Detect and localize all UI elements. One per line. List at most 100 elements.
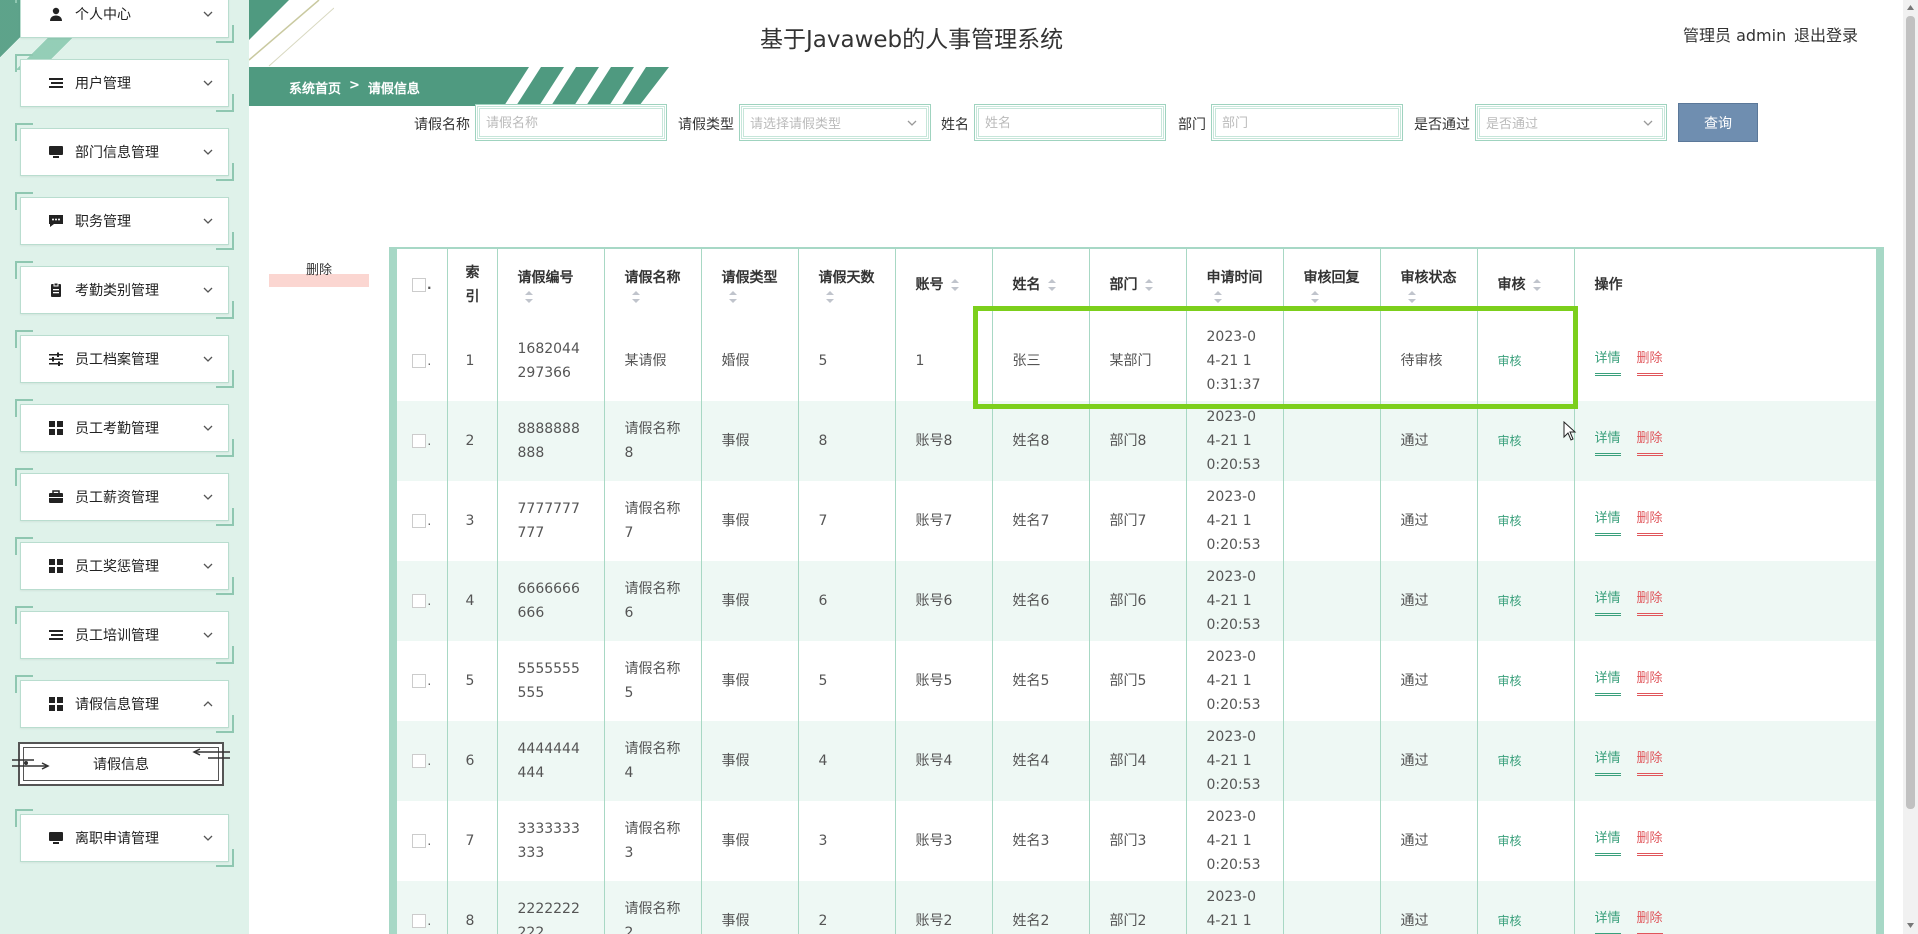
sidebar-item-3[interactable]: 职务管理 bbox=[15, 192, 234, 250]
detail-link[interactable]: 详情 bbox=[1594, 587, 1621, 616]
cell-reply bbox=[1283, 801, 1381, 881]
detail-link[interactable]: 详情 bbox=[1594, 507, 1621, 536]
query-button[interactable]: 查询 bbox=[1678, 103, 1758, 142]
detail-link[interactable]: 详情 bbox=[1594, 747, 1621, 776]
row-checkbox[interactable] bbox=[412, 754, 427, 768]
row-checkbox[interactable] bbox=[412, 594, 427, 608]
cell-reply bbox=[1283, 881, 1381, 934]
sidebar-item-8[interactable]: 员工奖惩管理 bbox=[15, 537, 234, 595]
sidebar-item-label: 部门信息管理 bbox=[75, 145, 159, 161]
delete-link[interactable]: 删除 bbox=[1636, 747, 1663, 776]
leave-name-input[interactable] bbox=[475, 104, 667, 141]
sort-icon[interactable] bbox=[524, 290, 534, 304]
select-all-checkbox[interactable] bbox=[411, 278, 426, 292]
column-header-type[interactable]: 请假类型 bbox=[701, 249, 799, 321]
row-checkbox[interactable] bbox=[412, 914, 427, 928]
cell-audit: 审核 bbox=[1477, 561, 1575, 641]
cell-account: 1 bbox=[895, 321, 993, 401]
row-checkbox[interactable] bbox=[412, 674, 427, 688]
cell-account: 账号4 bbox=[895, 721, 993, 801]
row-checkbox[interactable] bbox=[412, 354, 427, 368]
row-checkbox[interactable] bbox=[412, 434, 427, 448]
table-row: . 2 8888888888 请假名称8 事假 8 账号8 姓名8 部门8 2023-04-21 … bbox=[397, 401, 1876, 481]
table-row: . 8 2222222222 请假名称2 事假 2 账号2 姓名2 部门2 2023-04-21 … bbox=[397, 881, 1876, 934]
column-header-account[interactable]: 账号 bbox=[895, 249, 993, 321]
column-header-audit[interactable]: 审核 bbox=[1477, 249, 1575, 321]
audit-link[interactable]: 审核 bbox=[1498, 594, 1522, 608]
detail-link[interactable]: 详情 bbox=[1594, 427, 1621, 456]
delete-link[interactable]: 删除 bbox=[1636, 507, 1663, 536]
sidebar-item-6[interactable]: 员工考勤管理 bbox=[15, 399, 234, 457]
audit-link[interactable]: 审核 bbox=[1498, 674, 1522, 688]
cell-type: 事假 bbox=[701, 641, 799, 721]
sidebar-item-5[interactable]: 员工档案管理 bbox=[15, 330, 234, 388]
column-header-dept[interactable]: 部门 bbox=[1089, 249, 1187, 321]
detail-link[interactable]: 详情 bbox=[1594, 347, 1621, 376]
breadcrumb-home[interactable]: 系统首页 bbox=[289, 78, 341, 97]
approved-select[interactable]: 是否通过 bbox=[1475, 104, 1667, 141]
cell-status: 通过 bbox=[1380, 801, 1478, 881]
delete-link[interactable]: 删除 bbox=[1636, 827, 1663, 856]
sidebar-item-9[interactable]: 员工培训管理 bbox=[15, 606, 234, 664]
sidebar-item-2[interactable]: 部门信息管理 bbox=[15, 123, 234, 181]
sort-icon[interactable] bbox=[1213, 290, 1223, 304]
sidebar-item-10[interactable]: 请假信息管理 bbox=[15, 675, 234, 733]
delete-link[interactable]: 删除 bbox=[1636, 907, 1663, 934]
submenu-item-leave-info[interactable]: 请假信息 bbox=[12, 742, 230, 786]
sort-icon[interactable] bbox=[1144, 278, 1154, 292]
cell-ops: 详情 删除 bbox=[1574, 561, 1876, 641]
sort-icon[interactable] bbox=[825, 290, 835, 304]
row-checkbox[interactable] bbox=[412, 834, 427, 848]
delete-link[interactable]: 删除 bbox=[1636, 347, 1663, 376]
grid-icon bbox=[47, 557, 65, 575]
scroll-down-icon[interactable] bbox=[1905, 920, 1916, 931]
column-header-status[interactable]: 审核状态 bbox=[1380, 249, 1478, 321]
sort-icon[interactable] bbox=[1310, 290, 1320, 304]
cell-name: 请假名称8 bbox=[604, 401, 702, 481]
sort-icon[interactable] bbox=[1047, 278, 1057, 292]
column-header-name[interactable]: 请假名称 bbox=[604, 249, 702, 321]
detail-link[interactable]: 详情 bbox=[1594, 667, 1621, 696]
sidebar-item-4[interactable]: 考勤类别管理 bbox=[15, 261, 234, 319]
person-name-input[interactable] bbox=[974, 104, 1166, 141]
sidebar-item-7[interactable]: 员工薪资管理 bbox=[15, 468, 234, 526]
audit-link[interactable]: 审核 bbox=[1498, 514, 1522, 528]
audit-link[interactable]: 审核 bbox=[1498, 754, 1522, 768]
sort-icon[interactable] bbox=[1407, 290, 1417, 304]
audit-link[interactable]: 审核 bbox=[1498, 434, 1522, 448]
column-header-days[interactable]: 请假天数 bbox=[798, 249, 896, 321]
row-checkbox[interactable] bbox=[412, 514, 427, 528]
delete-button-label: 删除 bbox=[305, 263, 332, 278]
column-header-reply[interactable]: 审核回复 bbox=[1283, 249, 1381, 321]
sidebar-item-1[interactable]: 用户管理 bbox=[15, 54, 234, 112]
column-header-time[interactable]: 申请时间 bbox=[1186, 249, 1284, 321]
person-name-label: 姓名 bbox=[941, 117, 969, 133]
chevron-down-icon bbox=[1643, 120, 1653, 126]
detail-link[interactable]: 详情 bbox=[1594, 827, 1621, 856]
monitor-icon bbox=[47, 829, 65, 847]
delete-link[interactable]: 删除 bbox=[1636, 587, 1663, 616]
batch-delete-button[interactable]: 删除 bbox=[269, 259, 369, 287]
column-header-person[interactable]: 姓名 bbox=[992, 249, 1090, 321]
sort-icon[interactable] bbox=[631, 290, 641, 304]
current-user: 管理员 admin bbox=[1683, 26, 1787, 45]
logout-link[interactable]: 退出登录 bbox=[1794, 22, 1858, 46]
scroll-up-icon[interactable] bbox=[1905, 2, 1916, 13]
sidebar-item-11[interactable]: 离职申请管理 bbox=[15, 809, 234, 867]
audit-link[interactable]: 审核 bbox=[1498, 354, 1522, 368]
leave-type-select[interactable]: 请选择请假类型 bbox=[739, 104, 931, 141]
sort-icon[interactable] bbox=[950, 278, 960, 292]
sort-icon[interactable] bbox=[728, 290, 738, 304]
table-row: . 5 5555555555 请假名称5 事假 5 账号5 姓名5 部门5 2023-04-21 … bbox=[397, 641, 1876, 721]
audit-link[interactable]: 审核 bbox=[1498, 834, 1522, 848]
delete-link[interactable]: 删除 bbox=[1636, 427, 1663, 456]
scrollbar-thumb[interactable] bbox=[1906, 16, 1915, 809]
audit-link[interactable]: 审核 bbox=[1498, 914, 1522, 928]
column-header-code[interactable]: 请假编号 bbox=[497, 249, 605, 321]
delete-link[interactable]: 删除 bbox=[1636, 667, 1663, 696]
sidebar-item-0[interactable]: 个人中心 bbox=[15, 0, 234, 43]
sort-icon[interactable] bbox=[1532, 278, 1542, 292]
department-input[interactable] bbox=[1211, 104, 1403, 141]
select-all-header: . bbox=[397, 249, 448, 321]
detail-link[interactable]: 详情 bbox=[1594, 907, 1621, 934]
